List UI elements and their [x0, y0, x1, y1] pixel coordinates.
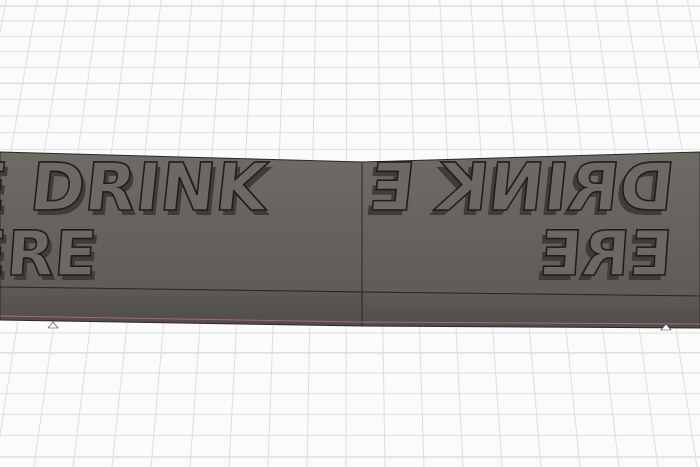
viewport-canvas[interactable]: E DRINK E DRINK ERE ERE DRINK E DRINK E …: [0, 0, 700, 467]
left-line2-face[interactable]: ERE: [0, 216, 100, 291]
left-line1-face[interactable]: E DRINK: [0, 148, 274, 226]
origin-marker-left: [47, 321, 59, 329]
right-line1-face[interactable]: DRINK E: [365, 148, 679, 226]
right-line2-face[interactable]: ERE: [536, 216, 675, 291]
3d-viewport[interactable]: E DRINK E DRINK ERE ERE DRINK E DRINK E …: [0, 0, 700, 467]
